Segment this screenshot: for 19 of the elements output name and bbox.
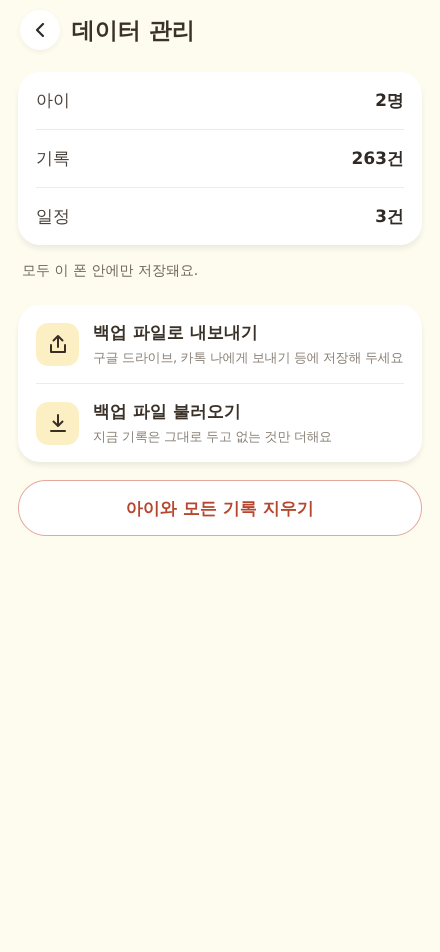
stat-value: 263건 [352,148,404,170]
stat-label: 아이 [36,90,70,112]
page-title: 데이터 관리 [72,16,196,46]
download-icon [48,412,68,434]
upload-icon [48,333,68,355]
delete-all-button[interactable]: 아이와 모든 기록 지우기 [18,480,422,536]
stat-label: 일정 [36,206,70,228]
stat-label: 기록 [36,148,70,170]
backup-option[interactable]: 백업 파일로 내보내기 구글 드라이브, 카톡 나에게 보내기 등에 저장해 두세요 [36,305,404,384]
option-description: 구글 드라이브, 카톡 나에게 보내기 등에 저장해 두세요 [93,350,404,367]
back-icon [35,22,45,38]
option-title: 백업 파일로 내보내기 [93,322,259,344]
option-description: 지금 기록은 그대로 두고 없는 것만 더해요 [93,429,332,446]
storage-note: 모두 이 폰 안에만 저장돼요. [22,262,200,280]
stat-value: 2명 [375,90,404,112]
backup-option[interactable]: 백업 파일 불러오기 지금 기록은 그대로 두고 없는 것만 더해요 [36,384,404,462]
option-title: 백업 파일 불러오기 [93,401,242,423]
back-button[interactable] [20,10,60,50]
stat-value: 3건 [375,206,404,228]
